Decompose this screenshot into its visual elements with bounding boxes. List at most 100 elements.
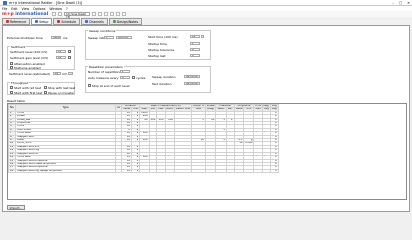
table-cell-min[interactable] (148, 168, 158, 174)
channels-icon (85, 20, 88, 23)
result-table[interactable]: No. Type Ac Duration Search frequencies … (7, 103, 407, 200)
startup-tolerance-label: Startup tolerance (148, 48, 175, 52)
tab-setup[interactable]: Setup (31, 18, 53, 25)
tab-channels[interactable]: Channels (81, 18, 108, 25)
open-folder-icon[interactable] (58, 12, 63, 16)
table-cell-max[interactable] (156, 168, 166, 174)
col-no: No. (8, 104, 17, 112)
external-shutdown-input[interactable]: 5000 (51, 35, 61, 40)
stop-icon[interactable] (110, 12, 115, 16)
table-cell-log[interactable]: 0 (270, 168, 279, 174)
start-time-spinner[interactable] (201, 34, 204, 39)
auto-measure-input[interactable]: 0 (120, 75, 130, 80)
multisine-checkbox[interactable] (10, 66, 13, 69)
print-icon[interactable] (98, 12, 103, 16)
selfcheck-level-input[interactable]: 10 (56, 49, 66, 54)
start-time-input[interactable]: 10 (190, 34, 200, 39)
menu-edit[interactable]: Edit (11, 7, 17, 11)
menu-file[interactable]: File (2, 7, 7, 11)
stop-with-last-label: Stop with last test (48, 86, 76, 90)
table-cell-df[interactable] (173, 168, 193, 174)
startup-tolerance-input[interactable]: 0 (190, 47, 200, 52)
num-repetitions-label: Number of repetitions (88, 70, 121, 74)
close-icon[interactable]: ✕ (407, 1, 410, 5)
selfcheck-gain-input[interactable]: 10 (56, 55, 66, 60)
settings-icon[interactable] (116, 12, 121, 16)
run-icon[interactable] (104, 12, 109, 16)
num-repetitions-input[interactable]: 1 (120, 69, 130, 74)
col-group-damp: Damp % (191, 104, 206, 109)
help-icon[interactable] (122, 12, 127, 16)
menu-help[interactable]: ? (66, 7, 68, 11)
startup-time-input[interactable]: 1 (190, 41, 200, 46)
sweep-rate-unit-select[interactable]: Oct/min (116, 35, 132, 40)
table-cell-start[interactable] (139, 168, 150, 174)
table-cell-ref[interactable] (225, 168, 235, 174)
repetition-group: Repetition parameters Number of repetiti… (85, 65, 211, 93)
menu-view[interactable]: View (22, 7, 30, 11)
startup-last-input[interactable]: 0 (190, 53, 200, 58)
selfcheck-level-checkbox[interactable] (68, 50, 71, 53)
notes-icon (112, 20, 116, 23)
start-with-first-checkbox[interactable] (10, 91, 13, 94)
start-with-ref-checkbox[interactable] (10, 86, 13, 89)
test-duration-value: 00:00:00 (184, 81, 200, 86)
attenuation-checkbox[interactable] (10, 61, 13, 65)
selfcheck-est-more-button[interactable]: ... (68, 71, 73, 76)
col-group-phase: Phase (204, 104, 217, 109)
table-row[interactable]: 18 Stepped Sine Log Sweep Amplitude 10 s 0 (8, 168, 279, 174)
selfcheck-level-label: Selfcheck level (100 mV) (10, 50, 48, 54)
new-file-icon[interactable] (52, 12, 57, 16)
save-icon[interactable] (92, 12, 97, 16)
table-cell-type[interactable]: Stepped Sine Log Sweep Amplitude (15, 168, 117, 174)
table-cell-unit[interactable]: s (131, 168, 141, 174)
table-cell-av[interactable] (233, 168, 245, 174)
table-cell-dmax[interactable] (191, 168, 206, 174)
tab-schedule[interactable]: Schedule (53, 18, 80, 25)
external-shutdown-label: External shutdown time (7, 36, 43, 40)
window-controls: – □ ✕ (392, 1, 410, 5)
selfcheck-gain-checkbox[interactable] (68, 56, 71, 59)
col-select: Selec. (215, 107, 227, 112)
tab-design-notes[interactable]: Design/Notes (108, 18, 143, 25)
maximize-icon[interactable]: □ (399, 1, 402, 5)
start-time-label: Start time (100 ms) (148, 35, 178, 39)
minimize-icon[interactable]: – (392, 1, 394, 5)
selfcheck-est-label: Selfcheck level (estimated) (9, 72, 50, 76)
table-cell-n[interactable]: 18 (8, 168, 17, 174)
pause-on-transfer-label: Pause on transfer (48, 91, 75, 95)
table-cell-au[interactable]: mm/s (243, 141, 255, 146)
sweep-rate-input[interactable]: 1 (104, 35, 114, 40)
app-icon (3, 0, 7, 5)
tab-reference[interactable]: Reference (2, 18, 31, 25)
stop-at-end-checkbox[interactable] (88, 84, 91, 87)
table-cell-val[interactable]: 10 (121, 168, 133, 174)
pause-on-transfer-checkbox[interactable] (44, 91, 47, 94)
setup-selector[interactable]: [A] Sine Dwell (3) (64, 12, 91, 19)
multisine-label: Multisine enabled (14, 66, 41, 70)
startup-time-label: Startup time (148, 42, 167, 46)
sweep-conditions-group: Sweep conditions Sweep rate 1 Oct/min St… (85, 29, 211, 60)
col-type: Type (15, 104, 117, 112)
test-duration-label: Test duration (152, 82, 172, 86)
stop-with-last-checkbox[interactable] (44, 86, 47, 89)
startup-last-label: Startup last (148, 54, 166, 58)
import-button[interactable]: Import... (7, 205, 25, 210)
menu-window[interactable]: Window (49, 7, 62, 11)
table-cell-eavg[interactable] (261, 168, 272, 174)
col-delta-f: Delta f Max (173, 107, 193, 112)
table-cell-deg[interactable] (204, 168, 217, 174)
col-group-error: Error (deg) (253, 104, 271, 109)
repetition-title: Repetition parameters (88, 65, 124, 69)
auto-measure-checkbox[interactable] (132, 76, 135, 79)
throughput-title: Throughput (10, 81, 30, 85)
table-cell-au[interactable] (243, 168, 255, 174)
external-shutdown-unit: ms (63, 36, 68, 40)
start-with-ref-label: Start with ref. test (14, 86, 42, 90)
table-cell-sel[interactable] (215, 168, 227, 174)
menu-options[interactable]: Options (33, 7, 45, 11)
selfcheck-group: Selfcheck Selfcheck level (100 mV) 10 Se… (7, 45, 75, 70)
selfcheck-gain-label: Selfcheck gain level (V/V) (10, 56, 49, 60)
table-cell-band[interactable] (164, 168, 175, 174)
table-cell-emax[interactable] (253, 168, 263, 174)
